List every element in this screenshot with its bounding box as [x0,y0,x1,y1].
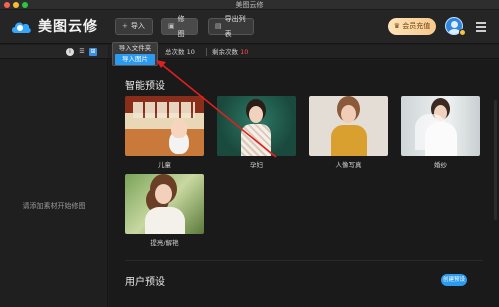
user-presets-title: 用户预设 [125,277,165,288]
menu-item-import-images[interactable]: 导入图片 [115,54,155,65]
section-divider [125,260,483,261]
scrollbar[interactable] [494,100,497,220]
title-bar: 美图云修 [0,0,499,10]
export-list-button[interactable]: ▤ 导出列表 [208,15,254,38]
smart-presets-title: 智能预设 [125,81,165,92]
preset-label: 人像写真 [335,161,362,169]
preset-label: 提亮/解艳 [150,239,179,247]
vip-recharge-button[interactable]: ♛ 会员充值 [388,18,436,35]
total-count-value: 10 [186,48,195,56]
export-list-label: 导出列表 [224,14,246,38]
preset-card-brighten[interactable]: 提亮/解艳 [125,174,204,247]
import-dropdown-menu: 导入文件夹 导入图片 [112,42,158,66]
cloud-logo-icon [12,22,31,33]
menu-item-import-folder[interactable]: 导入文件夹 [113,43,157,54]
preset-thumbnail [125,96,204,156]
preset-thumbnail [217,96,296,156]
window-title: 美图云修 [235,1,264,9]
empty-material-hint: 请添加素材开始修图 [22,202,86,210]
remaining-count-value: 10 [240,48,249,56]
list-icon: ▤ [215,22,222,30]
import-button-label: 导入 [130,22,145,30]
total-count: 总次数 10 [165,45,195,59]
image-icon: ▣ [168,22,175,30]
list-view-icon[interactable]: ☰ [78,48,86,56]
preset-label: 婚纱 [434,161,447,169]
remaining-count-label: 剩余次数 [212,48,238,56]
crown-icon: ♛ [393,22,401,30]
total-count-label: 总次数 [165,48,185,56]
preset-thumbnail [309,96,388,156]
preset-card-portrait[interactable]: 人像写真 [309,96,388,169]
preset-card-wedding[interactable]: 婚纱 [401,96,480,169]
vip-recharge-label: 会员充值 [402,22,431,30]
stats-divider [206,48,207,56]
app-window: 美图云修 美图云修 + 导入 ▣ 修图 ▤ 导出列表 ♛ 会员充值 i ☰ ⊞ … [0,0,499,307]
import-button[interactable]: + 导入 [115,18,153,35]
material-panel-toolbar: i ☰ ⊞ [0,45,108,59]
edit-button[interactable]: ▣ 修图 [161,15,198,38]
edit-button-label: 修图 [177,14,185,38]
usage-stats-bar: 总次数 10 剩余次数 10 [109,45,499,59]
preset-thumbnail [401,96,480,156]
preset-label: 儿童 [158,161,171,169]
info-icon[interactable]: i [66,48,74,56]
preset-panel: 智能预设 儿童 孕妇 人像写真 婚纱 提亮/解艳 用户预设 创建预设 [109,60,499,307]
preset-card-pregnant[interactable]: 孕妇 [217,96,296,169]
vip-badge-icon [459,29,466,36]
hamburger-menu-icon[interactable] [476,22,486,32]
remaining-count: 剩余次数 10 [212,45,248,59]
main-toolbar: 美图云修 + 导入 ▣ 修图 ▤ 导出列表 ♛ 会员充值 [0,10,499,44]
app-name: 美图云修 [38,19,98,35]
preset-thumbnail [125,174,204,234]
plus-icon: + [122,22,128,30]
material-panel: i ☰ ⊞ 请添加素材开始修图 [0,45,108,307]
preset-card-child[interactable]: 儿童 [125,96,204,169]
preset-label: 孕妇 [250,161,263,169]
create-preset-button[interactable]: 创建预设 [441,274,467,286]
grid-view-icon[interactable]: ⊞ [89,48,97,56]
